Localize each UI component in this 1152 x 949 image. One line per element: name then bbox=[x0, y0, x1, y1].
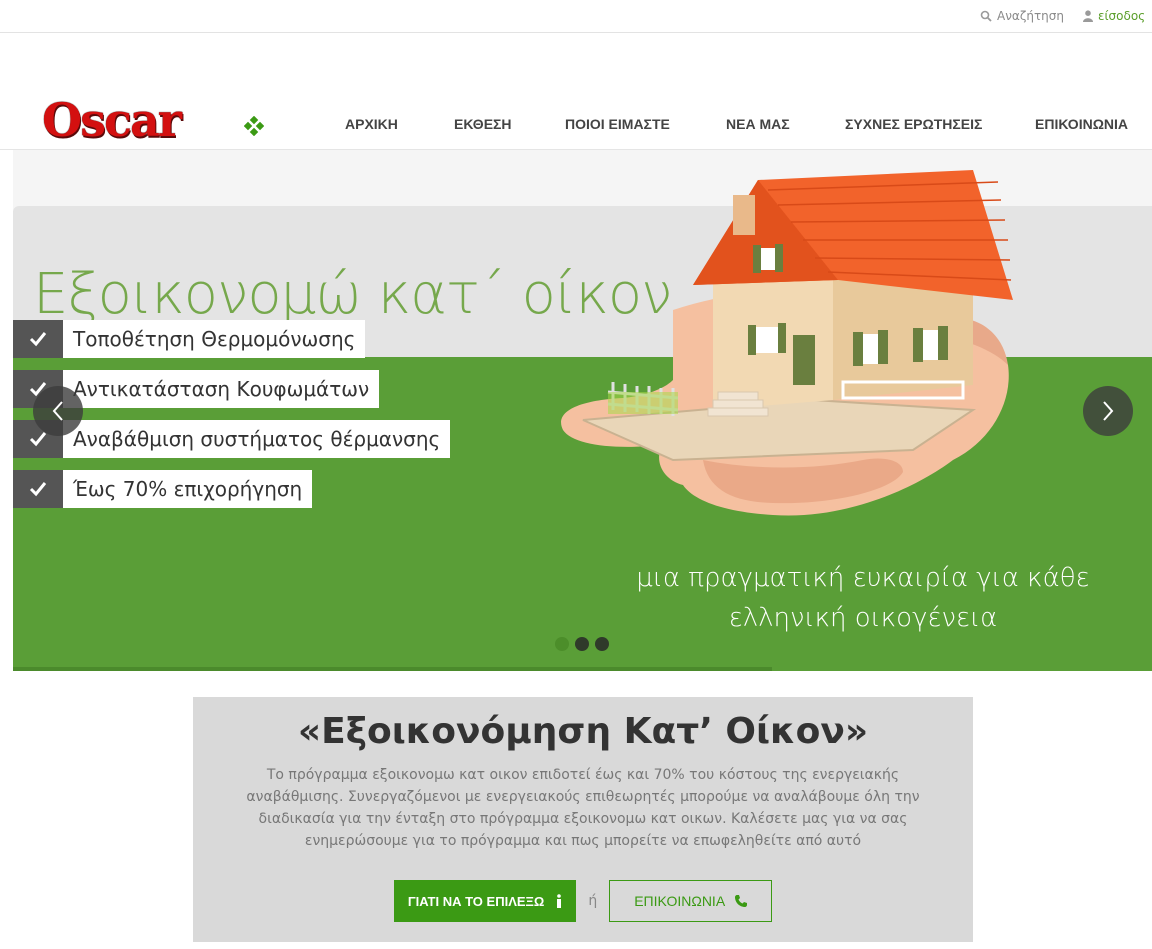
nav-news[interactable]: ΝΕΑ ΜΑΣ bbox=[726, 116, 790, 132]
slider-dot[interactable] bbox=[555, 637, 569, 651]
search-icon bbox=[980, 10, 992, 22]
checklist-item: Έως 70% επιχορήγηση bbox=[13, 470, 313, 508]
program-heading: «Εξοικονόμηση Κατ’ Οίκον» bbox=[297, 711, 869, 752]
checklist-text: Τοποθέτηση Θερμομόνωσης bbox=[63, 320, 366, 358]
chevron-left-icon bbox=[52, 401, 63, 421]
why-choose-label: ΓΙΑΤΙ ΝΑ ΤΟ ΕΠΙΛΕΞΩ bbox=[407, 893, 545, 909]
program-description: Το πρόγραμμα εξοικονομω κατ οικον επιδοτ… bbox=[246, 767, 920, 849]
main-nav: ΑΡΧΙΚΗ ΕΚΘΕΣΗ ΠΟΙΟΙ ΕΙΜΑΣΤΕ ΝΕΑ ΜΑΣ ΣΥΧΝ… bbox=[0, 116, 1152, 136]
house-in-hand-image bbox=[561, 170, 1013, 516]
checklist-text: Έως 70% επιχορήγηση bbox=[63, 470, 313, 508]
slide-tagline: μια πραγματική ευκαιρία για κάθε ελληνικ… bbox=[613, 558, 1113, 638]
user-icon bbox=[1083, 10, 1093, 22]
top-utility-bar: Αναζήτηση είσοδος bbox=[0, 0, 1152, 33]
login-label: είσοδος bbox=[1098, 9, 1146, 23]
nav-about[interactable]: ΠΟΙΟΙ ΕΙΜΑΣΤΕ bbox=[565, 116, 670, 132]
slider-prev-button[interactable] bbox=[33, 386, 83, 436]
cta-row: ΓΙΑΤΙ ΝΑ ΤΟ ΕΠΙΛΕΞΩ ή ΕΠΙΚΟΙΝΩΝΙΑ bbox=[193, 880, 973, 922]
slider-pagination bbox=[555, 637, 609, 651]
checkmark-icon bbox=[13, 470, 63, 508]
checklist-text: Αναβάθμιση συστήματος θέρμανσης bbox=[63, 420, 451, 458]
or-text: ή bbox=[588, 893, 598, 909]
slider-dot[interactable] bbox=[595, 637, 609, 651]
nav-faq[interactable]: ΣΥΧΝΕΣ ΕΡΩΤΗΣΕΙΣ bbox=[845, 116, 982, 132]
checklist-item: Τοποθέτηση Θερμομόνωσης bbox=[13, 320, 366, 358]
contact-label: ΕΠΙΚΟΙΝΩΝΙΑ bbox=[634, 893, 726, 909]
nav-exhibition[interactable]: ΕΚΘΕΣΗ bbox=[454, 116, 512, 132]
slider-next-button[interactable] bbox=[1083, 386, 1133, 436]
search-link[interactable]: Αναζήτηση bbox=[980, 9, 1064, 23]
checklist-item: Αναβάθμιση συστήματος θέρμανσης bbox=[13, 420, 451, 458]
info-icon bbox=[557, 894, 562, 908]
chevron-right-icon bbox=[1103, 401, 1114, 421]
checkmark-icon bbox=[13, 320, 63, 358]
slider-dot[interactable] bbox=[575, 637, 589, 651]
contact-button[interactable]: ΕΠΙΚΟΙΝΩΝΙΑ bbox=[609, 880, 773, 922]
tagline-line-1: μια πραγματική ευκαιρία για κάθε bbox=[636, 563, 1090, 593]
nav-contact[interactable]: ΕΠΙΚΟΙΝΩΝΙΑ bbox=[1035, 116, 1128, 132]
hero-slider: Εξοικονομώ κατ΄ οίκον Τοποθέτηση Θερμομό… bbox=[13, 150, 1152, 671]
search-label: Αναζήτηση bbox=[997, 9, 1064, 23]
login-link[interactable]: είσοδος bbox=[1083, 9, 1145, 23]
phone-icon bbox=[735, 895, 748, 907]
checklist-text: Αντικατάσταση Κουφωμάτων bbox=[63, 370, 380, 408]
nav-home[interactable]: ΑΡΧΙΚΗ bbox=[345, 116, 398, 132]
tagline-line-2: ελληνική οικογένεια bbox=[728, 603, 998, 633]
site-header: Oscar ΑΡΧΙΚΗ ΕΚΘΕΣΗ ΠΟΙΟΙ ΕΙΜΑΣΤΕ ΝΕΑ ΜΑ… bbox=[0, 33, 1152, 150]
why-choose-button[interactable]: ΓΙΑΤΙ ΝΑ ΤΟ ΕΠΙΛΕΞΩ bbox=[393, 880, 577, 922]
program-info-box: «Εξοικονόμηση Κατ’ Οίκον» Το πρόγραμμα ε… bbox=[193, 697, 973, 942]
